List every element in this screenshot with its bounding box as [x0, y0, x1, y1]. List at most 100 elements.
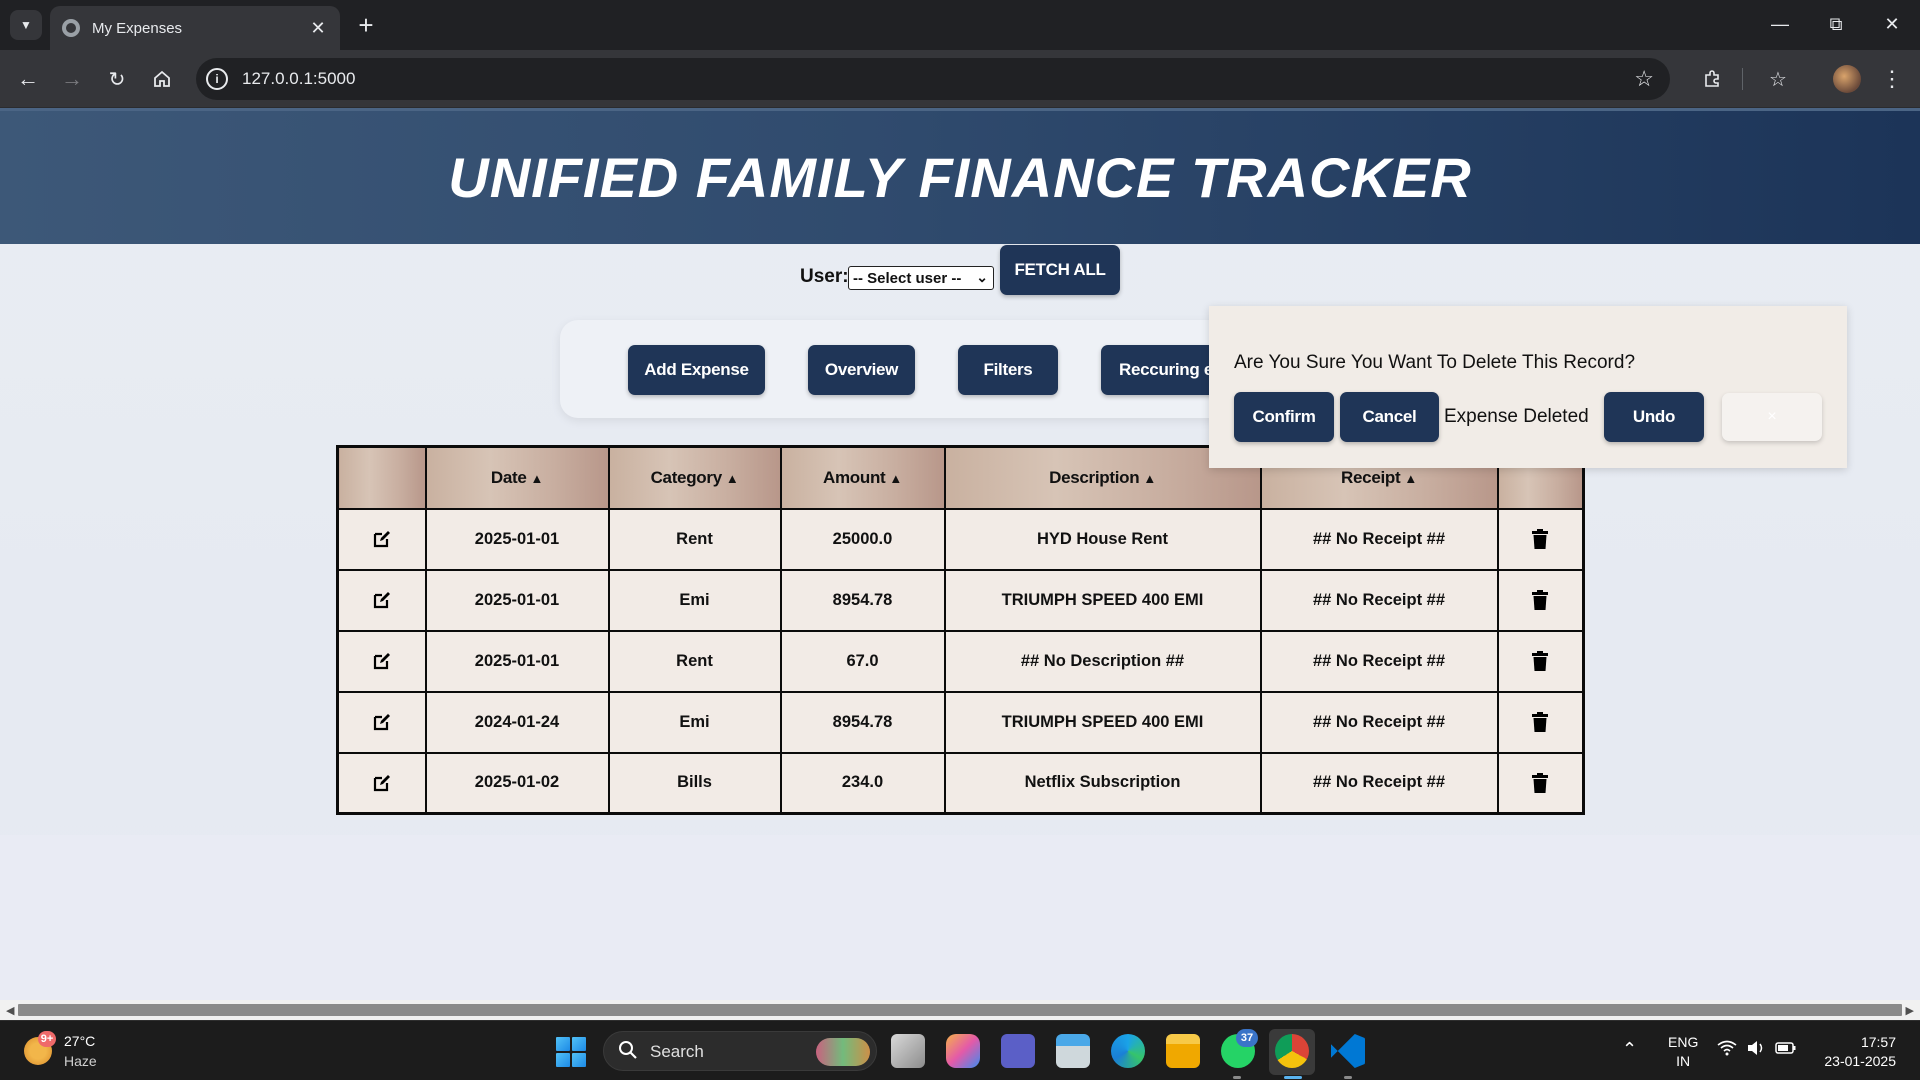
- home-button[interactable]: [146, 63, 178, 95]
- copilot-icon[interactable]: [946, 1034, 980, 1068]
- trash-icon[interactable]: [1532, 590, 1549, 610]
- minimize-button[interactable]: —: [1752, 0, 1808, 48]
- description-cell: TRIUMPH SPEED 400 EMI: [943, 690, 1262, 754]
- confirm-button[interactable]: Confirm: [1234, 392, 1334, 442]
- close-toast-button[interactable]: ×: [1722, 393, 1822, 441]
- delete-cell[interactable]: [1496, 690, 1585, 754]
- delete-cell[interactable]: [1496, 568, 1585, 632]
- page-viewport: UNIFIED FAMILY FINANCE TRACKER User: -- …: [0, 108, 1920, 1000]
- browser-tab[interactable]: My Expenses ✕: [50, 6, 340, 50]
- category-cell: Emi: [607, 568, 782, 632]
- user-select[interactable]: -- Select user -- ⌄: [848, 266, 994, 290]
- user-selector-row: User: -- Select user -- ⌄: [0, 244, 1920, 304]
- site-info-icon[interactable]: i: [206, 68, 228, 90]
- system-clock[interactable]: 17:57 23-01-2025: [1816, 1033, 1896, 1071]
- recurring-expenses-button[interactable]: Reccuring e: [1101, 345, 1221, 395]
- edit-cell[interactable]: [336, 751, 427, 815]
- user-select-value: -- Select user --: [853, 269, 962, 287]
- fetch-all-button[interactable]: FETCH ALL: [1000, 245, 1120, 295]
- edge-icon[interactable]: [1111, 1034, 1145, 1068]
- address-bar[interactable]: i 127.0.0.1:5000 ☆: [196, 58, 1670, 100]
- table-row: 2024-01-24 Emi 8954.78 TRIUMPH SPEED 400…: [336, 690, 1585, 754]
- edit-icon[interactable]: [372, 712, 392, 732]
- chrome-icon[interactable]: [1275, 1034, 1309, 1068]
- browser-toolbar: ← → ↻ i 127.0.0.1:5000 ☆ ☆ ⋮: [0, 50, 1920, 108]
- edit-cell[interactable]: [336, 690, 427, 754]
- search-highlight-art: [816, 1038, 870, 1066]
- url-text: 127.0.0.1:5000: [242, 69, 356, 88]
- add-expense-button[interactable]: Add Expense: [628, 345, 765, 395]
- cancel-button[interactable]: Cancel: [1340, 392, 1439, 442]
- edit-icon[interactable]: [372, 529, 392, 549]
- whatsapp-badge: 37: [1236, 1029, 1258, 1047]
- scroll-right-icon[interactable]: ▶: [1906, 1004, 1914, 1017]
- trash-icon[interactable]: [1532, 772, 1549, 793]
- trash-icon[interactable]: [1532, 651, 1549, 671]
- header-edit: [336, 445, 427, 510]
- task-view-icon[interactable]: [891, 1034, 925, 1068]
- delete-cell[interactable]: [1496, 629, 1585, 693]
- undo-button[interactable]: Undo: [1604, 392, 1704, 442]
- table-row: 2025-01-01 Rent 67.0 ## No Description #…: [336, 629, 1585, 693]
- profile-avatar[interactable]: [1833, 65, 1861, 93]
- edit-icon[interactable]: [372, 773, 392, 793]
- trash-icon[interactable]: [1532, 529, 1549, 549]
- wifi-icon[interactable]: [1717, 1040, 1737, 1061]
- bookmark-star-icon[interactable]: ☆: [1634, 66, 1654, 92]
- scroll-left-icon[interactable]: ◀: [6, 1004, 14, 1017]
- battery-icon[interactable]: [1775, 1040, 1797, 1061]
- close-tab-icon[interactable]: ✕: [308, 18, 328, 39]
- receipt-cell: ## No Receipt ##: [1259, 568, 1499, 632]
- forward-button[interactable]: →: [56, 63, 88, 95]
- receipt-cell: ## No Receipt ##: [1259, 690, 1499, 754]
- sort-icon: ▲︎: [1143, 470, 1156, 486]
- search-icon: [619, 1041, 637, 1059]
- close-window-button[interactable]: ✕: [1864, 0, 1920, 48]
- menu-kebab-icon[interactable]: ⋮: [1876, 63, 1908, 95]
- back-button[interactable]: ←: [12, 63, 44, 95]
- language-indicator[interactable]: ENG IN: [1668, 1033, 1698, 1071]
- new-tab-button[interactable]: +: [352, 10, 380, 40]
- edit-icon[interactable]: [372, 590, 392, 610]
- taskbar-search[interactable]: Search: [603, 1031, 877, 1071]
- scrollbar-thumb[interactable]: [18, 1004, 1902, 1016]
- page-title: UNIFIED FAMILY FINANCE TRACKER: [448, 146, 1472, 209]
- receipt-cell: ## No Receipt ##: [1259, 751, 1499, 815]
- header-amount[interactable]: Amount ▲︎: [779, 445, 946, 510]
- category-cell: Rent: [607, 629, 782, 693]
- filters-button[interactable]: Filters: [958, 345, 1058, 395]
- weather-description[interactable]: Haze: [64, 1053, 97, 1069]
- trash-icon[interactable]: [1532, 712, 1549, 732]
- tray-overflow-chevron-icon[interactable]: ⌃: [1622, 1039, 1637, 1060]
- edit-icon[interactable]: [372, 651, 392, 671]
- delete-cell[interactable]: [1496, 751, 1585, 815]
- delete-cell[interactable]: [1496, 507, 1585, 571]
- edit-cell[interactable]: [336, 568, 427, 632]
- edit-cell[interactable]: [336, 629, 427, 693]
- volume-icon[interactable]: [1746, 1040, 1766, 1061]
- horizontal-scrollbar[interactable]: ◀ ▶: [0, 1000, 1920, 1020]
- whatsapp-running-indicator: [1233, 1076, 1241, 1079]
- chevron-down-icon: ▼: [20, 18, 32, 32]
- tab-search-button[interactable]: ▼: [10, 10, 42, 40]
- expenses-table: Date ▲︎ Category ▲︎ Amount ▲︎ Description ▲︎…: [336, 445, 1585, 815]
- date-cell: 2025-01-02: [424, 751, 610, 815]
- extensions-icon[interactable]: [1696, 63, 1728, 95]
- header-date[interactable]: Date ▲︎: [424, 445, 610, 510]
- bookmarks-icon[interactable]: ☆: [1762, 63, 1794, 95]
- edit-cell[interactable]: [336, 507, 427, 571]
- description-cell: ## No Description ##: [943, 629, 1262, 693]
- keyboard-app-icon[interactable]: [1056, 1034, 1090, 1068]
- header-category[interactable]: Category ▲︎: [607, 445, 782, 510]
- globe-icon: [62, 19, 80, 37]
- date-cell: 2025-01-01: [424, 568, 610, 632]
- file-explorer-icon[interactable]: [1166, 1034, 1200, 1068]
- teams-icon[interactable]: [1001, 1034, 1035, 1068]
- reload-button[interactable]: ↻: [101, 63, 133, 95]
- vscode-icon[interactable]: [1331, 1034, 1365, 1068]
- overview-button[interactable]: Overview: [808, 345, 915, 395]
- date-cell: 2025-01-01: [424, 629, 610, 693]
- restore-button[interactable]: ⧉: [1808, 0, 1864, 48]
- weather-temperature[interactable]: 27°C: [64, 1033, 95, 1049]
- windows-start-icon[interactable]: [556, 1037, 586, 1067]
